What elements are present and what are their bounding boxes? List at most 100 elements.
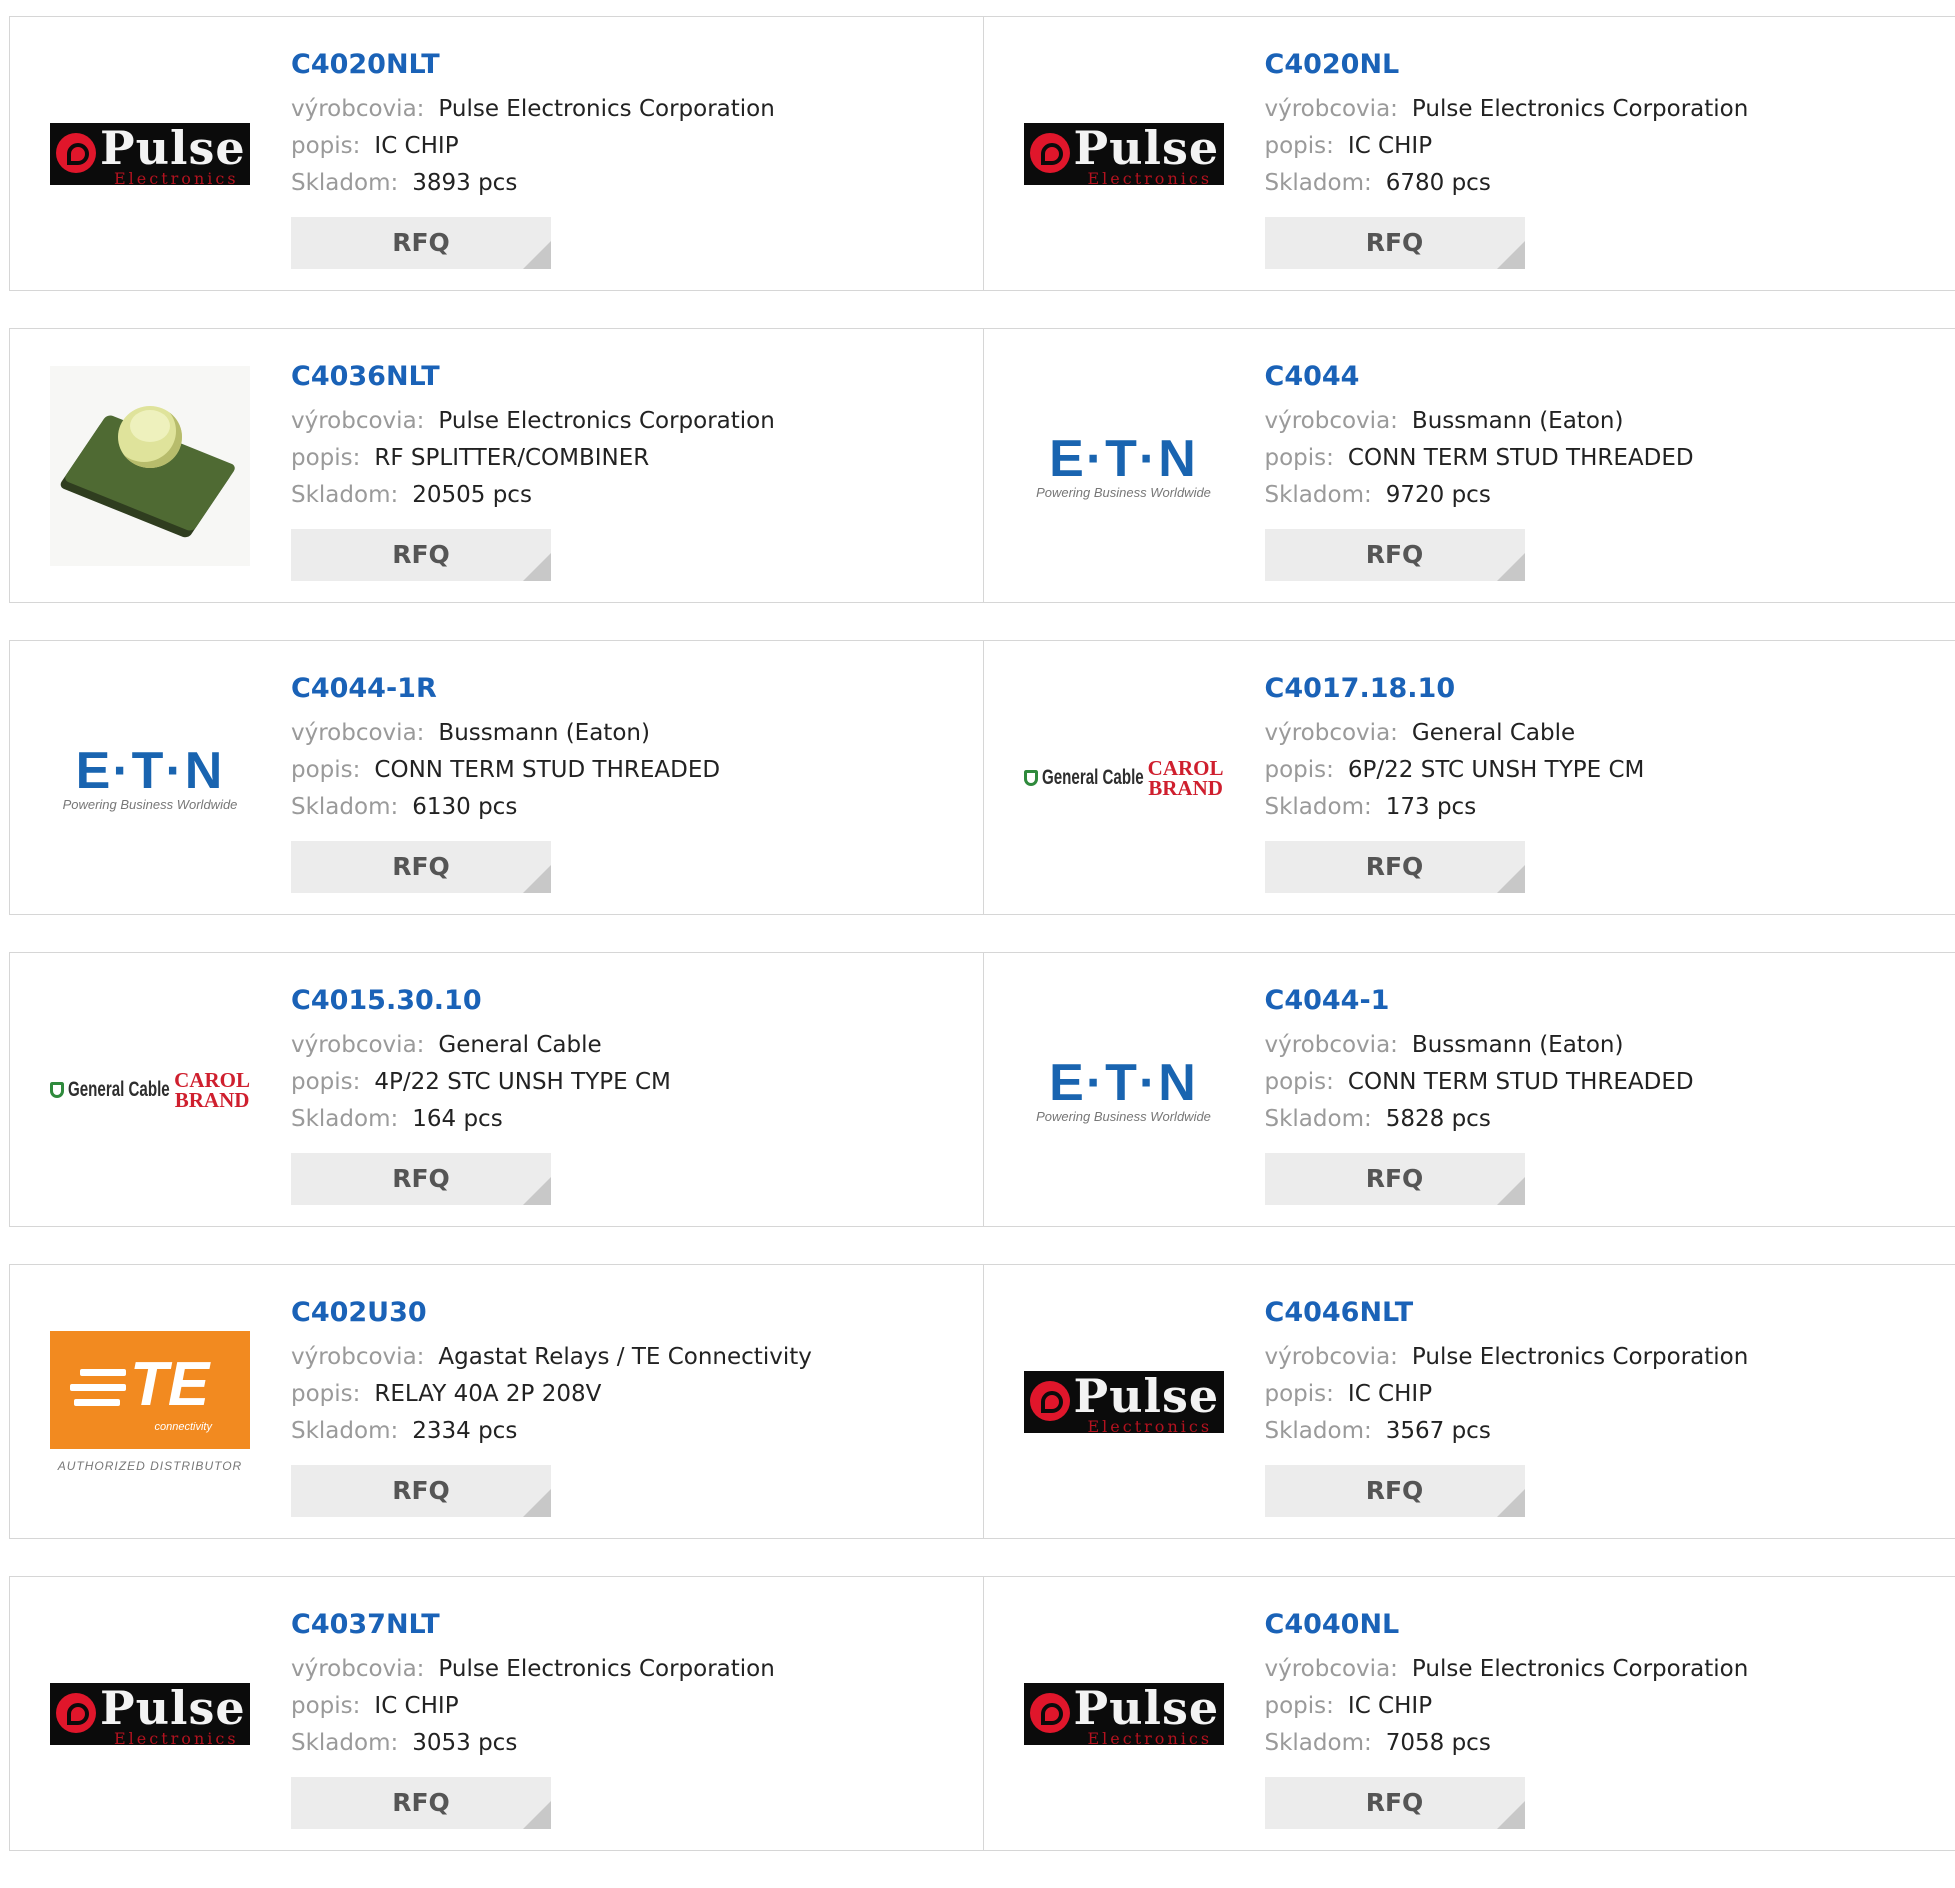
rfq-button[interactable]: RFQ: [1265, 1153, 1525, 1205]
manufacturer-row: výrobcovia:Bussmann (Eaton): [1265, 1027, 1694, 1064]
rfq-button[interactable]: RFQ: [1265, 841, 1525, 893]
eaton-logo: E·T·N Powering Business Worldwide: [1024, 1057, 1224, 1124]
pulse-mark-icon: [1030, 1693, 1070, 1733]
stock-row: Skladom:7058 pcs: [1265, 1725, 1749, 1762]
stock-row: Skladom:164 pcs: [291, 1101, 671, 1138]
part-number-link[interactable]: C4046NLT: [1265, 1296, 1749, 1330]
manufacturer-row: výrobcovia:General Cable: [1265, 715, 1645, 752]
rfq-button[interactable]: RFQ: [291, 1153, 551, 1205]
rfq-button[interactable]: RFQ: [1265, 529, 1525, 581]
rfq-button[interactable]: RFQ: [1265, 1777, 1525, 1829]
manufacturer-logo[interactable]: E·T·N Powering Business Worldwide: [50, 678, 250, 878]
description-value: RELAY 40A 2P 208V: [374, 1381, 601, 1407]
product-card: TE connectivity AUTHORIZED DISTRIBUTOR C…: [10, 1265, 983, 1538]
manufacturer-value: General Cable: [438, 1032, 601, 1058]
rfq-label: RFQ: [392, 1788, 450, 1817]
part-number-link[interactable]: C4020NLT: [291, 48, 775, 82]
description-value: RF SPLITTER/COMBINER: [374, 445, 649, 471]
rfq-label: RFQ: [1366, 228, 1424, 257]
part-number-link[interactable]: C4044: [1265, 360, 1694, 394]
description-label: popis:: [1265, 1693, 1334, 1719]
rfq-label: RFQ: [392, 1476, 450, 1505]
part-number-link[interactable]: C402U30: [291, 1296, 812, 1330]
manufacturer-logo[interactable]: Pulse Electronics: [1024, 1302, 1224, 1502]
manufacturer-row: výrobcovia:Pulse Electronics Corporation: [291, 403, 775, 440]
stock-label: Skladom:: [291, 1418, 398, 1444]
pulse-electronics-logo: Pulse Electronics: [50, 1683, 250, 1745]
product-info: C4020NL výrobcovia:Pulse Electronics Cor…: [1265, 48, 1749, 269]
pulse-electronics-logo: Pulse Electronics: [1024, 1683, 1224, 1745]
description-label: popis:: [1265, 445, 1334, 471]
product-card: Pulse Electronics C4040NL výrobcovia:Pul…: [983, 1577, 1955, 1850]
manufacturer-logo[interactable]: E·T·N Powering Business Worldwide: [1024, 990, 1224, 1190]
stock-row: Skladom:6780 pcs: [1265, 165, 1749, 202]
pulse-electronics-logo: Pulse Electronics: [1024, 1371, 1224, 1433]
description-row: popis:CONN TERM STUD THREADED: [1265, 1064, 1694, 1101]
rfq-button[interactable]: RFQ: [291, 1465, 551, 1517]
rfq-button[interactable]: RFQ: [1265, 1465, 1525, 1517]
rfq-label: RFQ: [392, 540, 450, 569]
description-label: popis:: [291, 757, 360, 783]
logo-word: Pulse: [1074, 1371, 1220, 1423]
stock-row: Skladom:9720 pcs: [1265, 477, 1694, 514]
manufacturer-label: výrobcovia:: [1265, 720, 1398, 746]
rfq-button[interactable]: RFQ: [291, 1777, 551, 1829]
product-info: C4044-1R výrobcovia:Bussmann (Eaton) pop…: [291, 672, 720, 893]
part-number-link[interactable]: C4020NL: [1265, 48, 1749, 82]
stock-row: Skladom:5828 pcs: [1265, 1101, 1694, 1138]
stock-label: Skladom:: [1265, 170, 1372, 196]
stock-label: Skladom:: [1265, 1418, 1372, 1444]
rfq-button[interactable]: RFQ: [291, 841, 551, 893]
logo-carol: CAROL: [1148, 758, 1224, 778]
rfq-button[interactable]: RFQ: [291, 529, 551, 581]
manufacturer-logo[interactable]: Pulse Electronics: [1024, 54, 1224, 254]
rfq-label: RFQ: [1366, 1476, 1424, 1505]
part-number-link[interactable]: C4036NLT: [291, 360, 775, 394]
rfq-button[interactable]: RFQ: [1265, 217, 1525, 269]
eaton-logo: E·T·N Powering Business Worldwide: [1024, 433, 1224, 500]
stock-row: Skladom:3893 pcs: [291, 165, 775, 202]
description-row: popis: RELAY 40A 2P 208V: [291, 1376, 812, 1413]
part-number-link[interactable]: C4044-1R: [291, 672, 720, 706]
manufacturer-row: výrobcovia:Pulse Electronics Corporation: [1265, 1339, 1749, 1376]
manufacturer-label: výrobcovia:: [291, 1032, 424, 1058]
rfq-button[interactable]: RFQ: [291, 217, 551, 269]
manufacturer-logo[interactable]: TE connectivity AUTHORIZED DISTRIBUTOR: [50, 1302, 250, 1502]
te-connectivity-logo: TE connectivity AUTHORIZED DISTRIBUTOR: [50, 1331, 250, 1473]
manufacturer-logo[interactable]: Pulse Electronics: [50, 54, 250, 254]
corner-triangle-icon: [1497, 865, 1525, 893]
corner-triangle-icon: [1497, 1177, 1525, 1205]
stock-value: 20505 pcs: [412, 482, 532, 508]
description-row: popis: CONN TERM STUD THREADED: [291, 752, 720, 789]
part-number-link[interactable]: C4017.18.10: [1265, 672, 1645, 706]
manufacturer-logo[interactable]: [50, 366, 250, 566]
manufacturer-logo[interactable]: General Cable CAROL BRAND: [50, 990, 250, 1190]
stock-value: 9720 pcs: [1386, 482, 1491, 508]
logo-word: Pulse: [1074, 123, 1220, 175]
manufacturer-logo[interactable]: E·T·N Powering Business Worldwide: [1024, 366, 1224, 566]
product-card: General Cable CAROL BRAND C4015.30.10 vý…: [10, 953, 983, 1226]
rfq-label: RFQ: [1366, 540, 1424, 569]
manufacturer-value: Pulse Electronics Corporation: [1412, 1344, 1748, 1370]
description-value: CONN TERM STUD THREADED: [374, 757, 720, 783]
product-card: E·T·N Powering Business Worldwide C4044-…: [983, 953, 1955, 1226]
corner-triangle-icon: [523, 1489, 551, 1517]
logo-word: E·T·N: [1024, 433, 1224, 485]
stock-value: 3567 pcs: [1386, 1418, 1491, 1444]
part-number-link[interactable]: C4040NL: [1265, 1608, 1749, 1642]
logo-word: Pulse: [1074, 1683, 1220, 1735]
manufacturer-logo[interactable]: General Cable CAROL BRAND: [1024, 678, 1224, 878]
description-label: popis:: [291, 1381, 360, 1407]
stock-label: Skladom:: [1265, 1106, 1372, 1132]
part-number-link[interactable]: C4037NLT: [291, 1608, 775, 1642]
manufacturer-row: výrobcovia:Bussmann (Eaton): [291, 715, 720, 752]
part-number-link[interactable]: C4044-1: [1265, 984, 1694, 1018]
manufacturer-logo[interactable]: Pulse Electronics: [1024, 1614, 1224, 1814]
description-row: popis:IC CHIP: [291, 128, 775, 165]
description-label: popis:: [291, 1693, 360, 1719]
manufacturer-logo[interactable]: Pulse Electronics: [50, 1614, 250, 1814]
part-number-link[interactable]: C4015.30.10: [291, 984, 671, 1018]
carol-brand-mark: CAROL BRAND: [1148, 758, 1224, 798]
description-label: popis:: [1265, 133, 1334, 159]
description-value: 6P/22 STC UNSH TYPE CM: [1348, 757, 1644, 783]
